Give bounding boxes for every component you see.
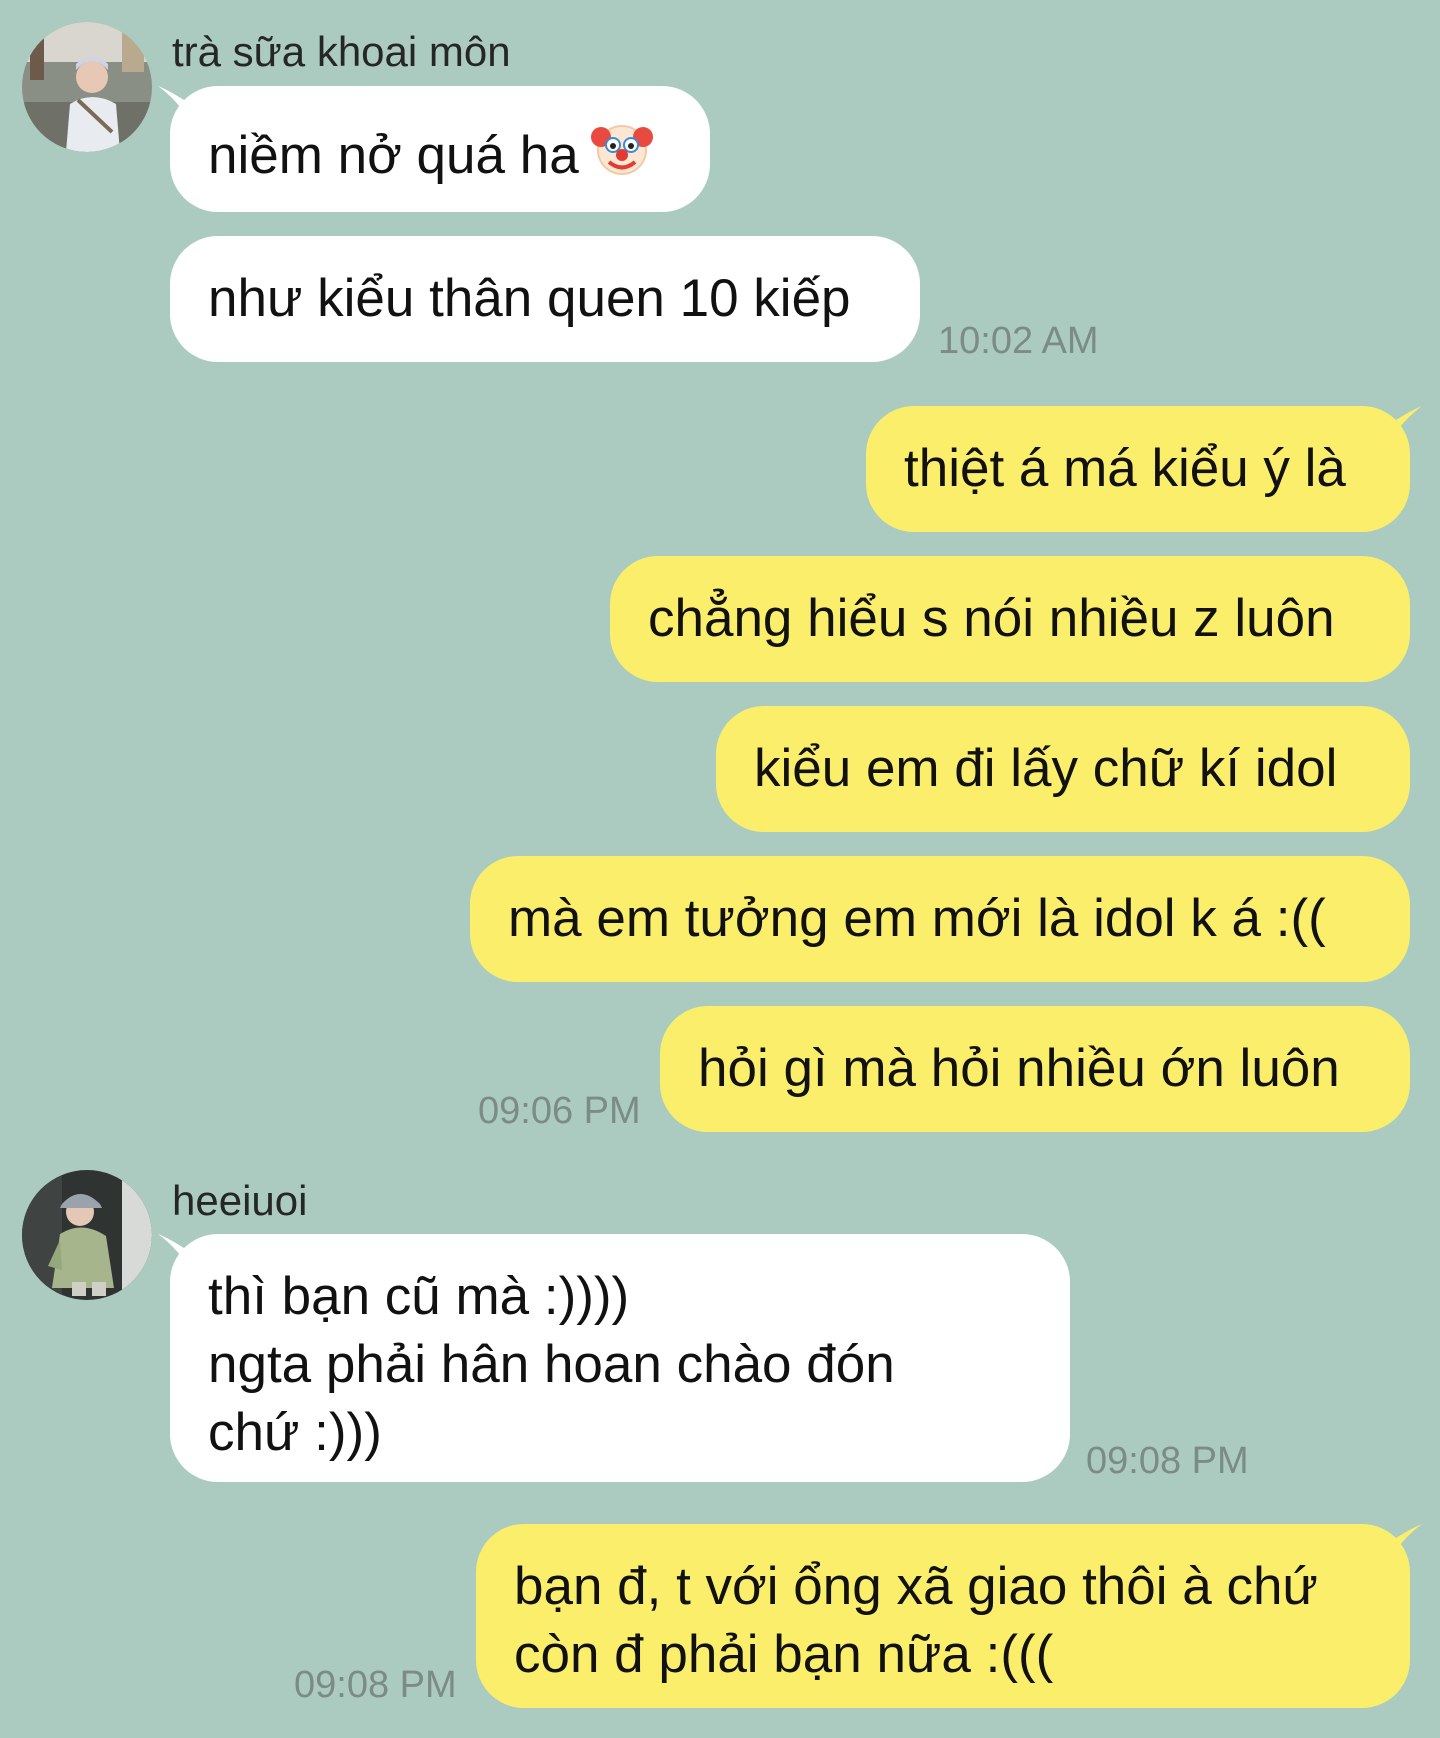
message-bubble-incoming[interactable]: niềm nở quá ha (170, 86, 710, 212)
user-avatar-photo-icon (22, 22, 152, 152)
sender-name: heeiuoi (172, 1177, 308, 1224)
message-text-line: ngta phải hân hoan chào đón (208, 1335, 895, 1394)
avatar-heeiuoi[interactable] (22, 1170, 152, 1300)
message-text-line: chứ :))) (208, 1403, 382, 1462)
message-bubble-incoming[interactable]: thì bạn cũ mà :)))) ngta phải hân hoan c… (170, 1234, 1070, 1482)
message-bubble-outgoing[interactable]: bạn đ, t với ổng xã giao thôi à chứ còn … (476, 1524, 1410, 1708)
message-bubble-outgoing[interactable]: thiệt á má kiểu ý là (866, 406, 1410, 532)
message-text: chẳng hiểu s nói nhiều z luôn (648, 589, 1335, 648)
chat-screen: { "theme": { "background": "#abcbc1", "i… (0, 0, 1440, 1738)
avatar-tra-sua-khoai-mon[interactable] (22, 22, 152, 152)
message-timestamp: 09:06 PM (478, 1090, 641, 1132)
sender-name: trà sữa khoai môn (172, 28, 511, 75)
message-timestamp: 09:08 PM (294, 1664, 457, 1706)
message-timestamp: 09:08 PM (1086, 1440, 1249, 1482)
message-text: thiệt á má kiểu ý là (904, 439, 1346, 498)
message-bubble-outgoing[interactable]: hỏi gì mà hỏi nhiều ớn luôn (660, 1006, 1410, 1132)
message-timestamp: 10:02 AM (938, 320, 1099, 362)
clown-face-emoji-icon (589, 115, 655, 198)
user-avatar-photo-icon (22, 1170, 152, 1300)
message-text: như kiểu thân quen 10 kiếp (208, 269, 851, 328)
message-text: mà em tưởng em mới là idol k á :(( (508, 889, 1326, 948)
message-text-line: bạn đ, t với ổng xã giao thôi à chứ (514, 1557, 1318, 1616)
message-text: hỏi gì mà hỏi nhiều ớn luôn (698, 1039, 1340, 1098)
message-text-line: thì bạn cũ mà :)))) (208, 1267, 630, 1326)
message-text: kiểu em đi lấy chữ kí idol (754, 739, 1338, 798)
message-bubble-outgoing[interactable]: mà em tưởng em mới là idol k á :(( (470, 856, 1410, 982)
message-text-line: còn đ phải bạn nữa :((( (514, 1625, 1054, 1684)
message-text: niềm nở quá ha (208, 126, 579, 185)
message-bubble-outgoing[interactable]: chẳng hiểu s nói nhiều z luôn (610, 556, 1410, 682)
message-bubble-outgoing[interactable]: kiểu em đi lấy chữ kí idol (716, 706, 1410, 832)
message-bubble-incoming[interactable]: như kiểu thân quen 10 kiếp (170, 236, 920, 362)
